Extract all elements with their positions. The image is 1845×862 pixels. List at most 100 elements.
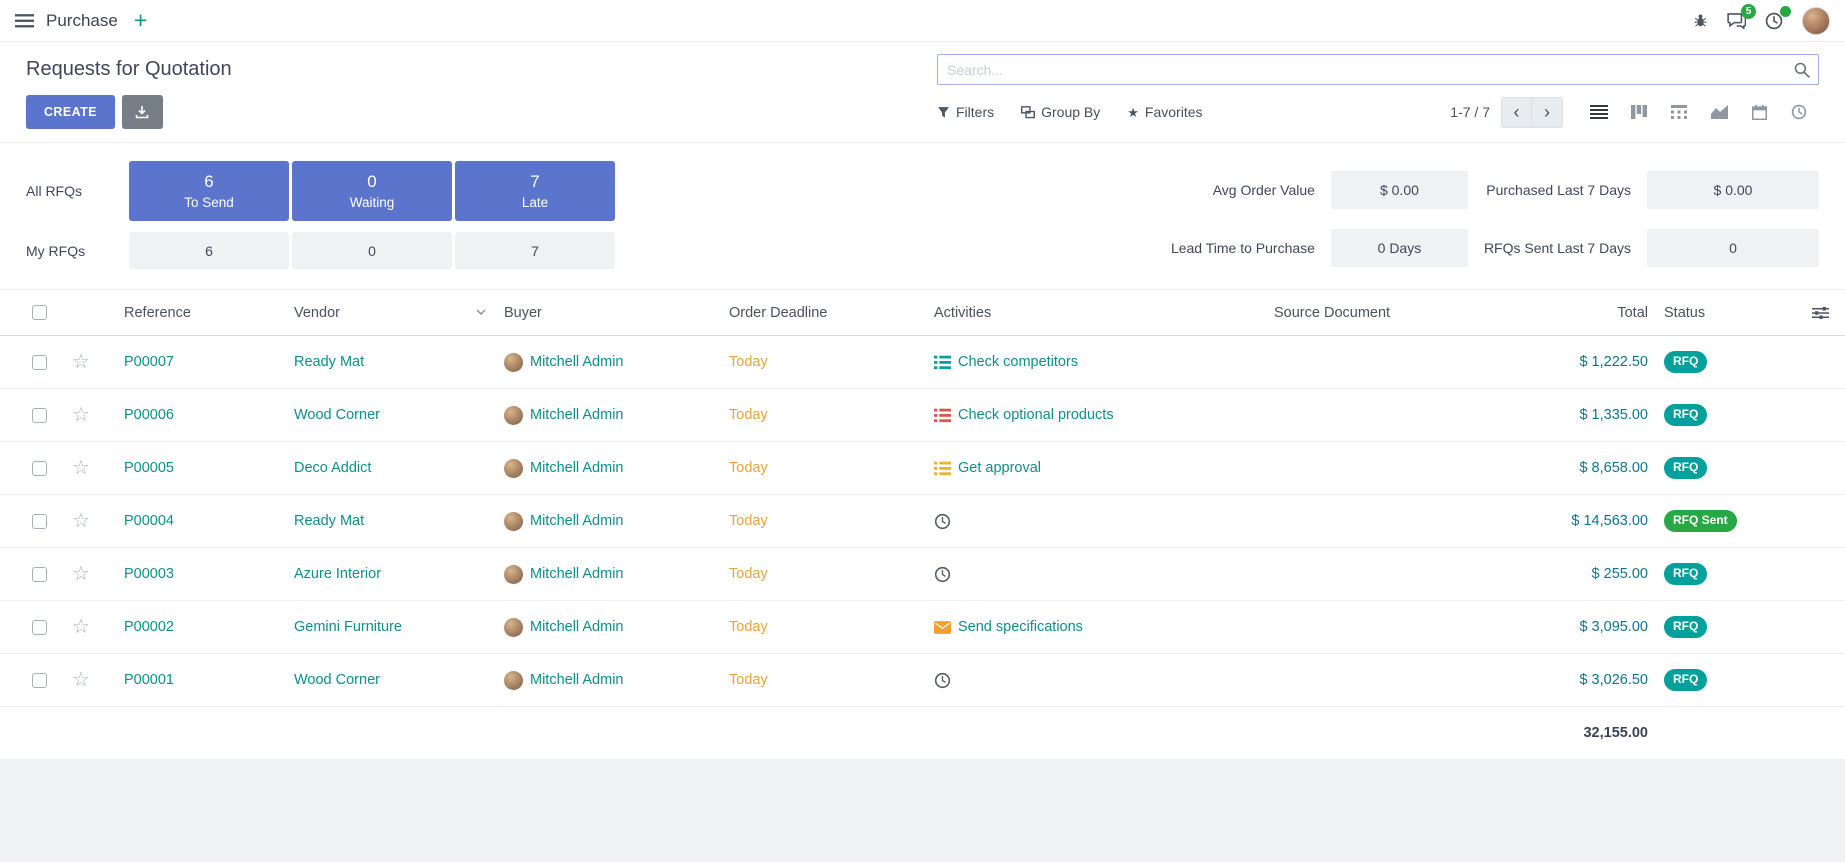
activity-view-button[interactable] xyxy=(1779,96,1819,128)
header-status[interactable]: Status xyxy=(1656,290,1796,336)
kpi-waiting[interactable]: 0 Waiting xyxy=(292,161,452,221)
avg-order-value-label: Avg Order Value xyxy=(1213,182,1315,198)
my-late[interactable]: 7 xyxy=(455,232,615,269)
header-buyer[interactable]: Buyer xyxy=(496,290,721,336)
my-waiting[interactable]: 0 xyxy=(292,232,452,269)
pager-previous-button[interactable]: ‹ xyxy=(1501,97,1532,128)
messages-icon[interactable]: 5 xyxy=(1727,12,1746,29)
activity-icon[interactable] xyxy=(934,566,951,583)
export-button[interactable] xyxy=(122,95,163,129)
total-amount: $ 1,222.50 xyxy=(1579,354,1648,370)
calendar-view-button[interactable] xyxy=(1739,96,1779,128)
debug-bug-icon[interactable] xyxy=(1693,13,1708,28)
reference-link[interactable]: P00007 xyxy=(124,354,174,370)
header-activities[interactable]: Activities xyxy=(926,290,1266,336)
my-rfqs-label: My RFQs xyxy=(26,243,126,259)
row-checkbox[interactable] xyxy=(32,673,47,688)
favorite-star-icon[interactable]: ☆ xyxy=(72,404,90,426)
buyer-link[interactable]: Mitchell Admin xyxy=(530,619,623,635)
activity-label[interactable]: Send specifications xyxy=(958,619,1083,635)
buyer-link[interactable]: Mitchell Admin xyxy=(530,460,623,476)
pager-value: 1-7 / 7 xyxy=(1450,104,1490,120)
table-row[interactable]: ☆ P00007 Ready Mat Mitchell Admin Today … xyxy=(0,336,1845,389)
search-options: Filters Group By ★ Favorites xyxy=(937,104,1203,120)
graph-view-button[interactable] xyxy=(1699,96,1739,128)
vendor-link[interactable]: Ready Mat xyxy=(294,354,364,370)
activity-icon[interactable] xyxy=(934,461,951,476)
activity-label[interactable]: Get approval xyxy=(958,460,1041,476)
activity-label[interactable]: Check optional products xyxy=(958,407,1114,423)
row-checkbox[interactable] xyxy=(32,355,47,370)
reference-link[interactable]: P00002 xyxy=(124,619,174,635)
header-order-deadline[interactable]: Order Deadline xyxy=(721,290,926,336)
table-row[interactable]: ☆ P00006 Wood Corner Mitchell Admin Toda… xyxy=(0,389,1845,442)
reference-link[interactable]: P00006 xyxy=(124,407,174,423)
favorite-star-icon[interactable]: ☆ xyxy=(72,563,90,585)
header-total[interactable]: Total xyxy=(1516,290,1656,336)
pivot-view-button[interactable] xyxy=(1659,96,1699,128)
buyer-link[interactable]: Mitchell Admin xyxy=(530,513,623,529)
activity-icon[interactable] xyxy=(934,513,951,530)
table-row[interactable]: ☆ P00005 Deco Addict Mitchell Admin Toda… xyxy=(0,442,1845,495)
buyer-link[interactable]: Mitchell Admin xyxy=(530,672,623,688)
search-icon[interactable] xyxy=(1794,62,1810,78)
reference-link[interactable]: P00005 xyxy=(124,460,174,476)
new-tab-plus-icon[interactable]: + xyxy=(134,9,147,32)
buyer-link[interactable]: Mitchell Admin xyxy=(530,354,623,370)
activities-clock-icon[interactable] xyxy=(1765,12,1783,30)
row-checkbox[interactable] xyxy=(32,461,47,476)
search-input[interactable] xyxy=(937,54,1819,85)
table-row[interactable]: ☆ P00002 Gemini Furniture Mitchell Admin… xyxy=(0,601,1845,654)
filters-menu[interactable]: Filters xyxy=(937,104,994,120)
buyer-link[interactable]: Mitchell Admin xyxy=(530,566,623,582)
header-source-document[interactable]: Source Document xyxy=(1266,290,1516,336)
activity-icon[interactable] xyxy=(934,621,951,634)
group-by-icon xyxy=(1021,106,1035,119)
activity-label[interactable]: Check competitors xyxy=(958,354,1078,370)
vendor-link[interactable]: Azure Interior xyxy=(294,566,381,582)
favorite-star-icon[interactable]: ☆ xyxy=(72,351,90,373)
group-by-menu[interactable]: Group By xyxy=(1021,104,1100,120)
activity-icon[interactable] xyxy=(934,355,951,370)
app-name[interactable]: Purchase xyxy=(46,11,118,31)
kanban-view-button[interactable] xyxy=(1619,96,1659,128)
vendor-link[interactable]: Wood Corner xyxy=(294,672,380,688)
activity-icon[interactable] xyxy=(934,672,951,689)
kpi-late[interactable]: 7 Late xyxy=(455,161,615,221)
favorite-star-icon[interactable]: ☆ xyxy=(72,457,90,479)
vendor-link[interactable]: Gemini Furniture xyxy=(294,619,402,635)
row-checkbox[interactable] xyxy=(32,408,47,423)
favorite-star-icon[interactable]: ☆ xyxy=(72,669,90,691)
reference-link[interactable]: P00001 xyxy=(124,672,174,688)
row-checkbox[interactable] xyxy=(32,567,47,582)
optional-columns-icon[interactable] xyxy=(1804,306,1837,320)
messages-count-badge: 5 xyxy=(1741,4,1756,19)
my-to-send[interactable]: 6 xyxy=(129,232,289,269)
apps-menu-icon[interactable] xyxy=(15,14,34,28)
header-vendor[interactable]: Vendor xyxy=(286,290,496,336)
activity-icon[interactable] xyxy=(934,408,951,423)
header-reference[interactable]: Reference xyxy=(116,290,286,336)
create-button[interactable]: CREATE xyxy=(26,95,115,129)
vendor-link[interactable]: Wood Corner xyxy=(294,407,380,423)
list-view-button[interactable] xyxy=(1579,96,1619,128)
table-row[interactable]: ☆ P00001 Wood Corner Mitchell Admin Toda… xyxy=(0,654,1845,707)
favorite-star-icon[interactable]: ☆ xyxy=(72,510,90,532)
reference-link[interactable]: P00003 xyxy=(124,566,174,582)
kpi-to-send[interactable]: 6 To Send xyxy=(129,161,289,221)
favorites-menu[interactable]: ★ Favorites xyxy=(1127,104,1202,120)
row-checkbox[interactable] xyxy=(32,514,47,529)
table-footer-row: 32,155.00 xyxy=(0,707,1845,760)
user-avatar[interactable] xyxy=(1802,7,1830,35)
table-row[interactable]: ☆ P00003 Azure Interior Mitchell Admin T… xyxy=(0,548,1845,601)
pager-next-button[interactable]: › xyxy=(1532,97,1563,128)
vendor-link[interactable]: Ready Mat xyxy=(294,513,364,529)
select-all-checkbox[interactable] xyxy=(32,305,47,320)
row-checkbox[interactable] xyxy=(32,620,47,635)
rfq-table: Reference Vendor Buyer Order Deadline Ac… xyxy=(0,289,1845,760)
buyer-link[interactable]: Mitchell Admin xyxy=(530,407,623,423)
table-row[interactable]: ☆ P00004 Ready Mat Mitchell Admin Today … xyxy=(0,495,1845,548)
reference-link[interactable]: P00004 xyxy=(124,513,174,529)
favorite-star-icon[interactable]: ☆ xyxy=(72,616,90,638)
vendor-link[interactable]: Deco Addict xyxy=(294,460,371,476)
